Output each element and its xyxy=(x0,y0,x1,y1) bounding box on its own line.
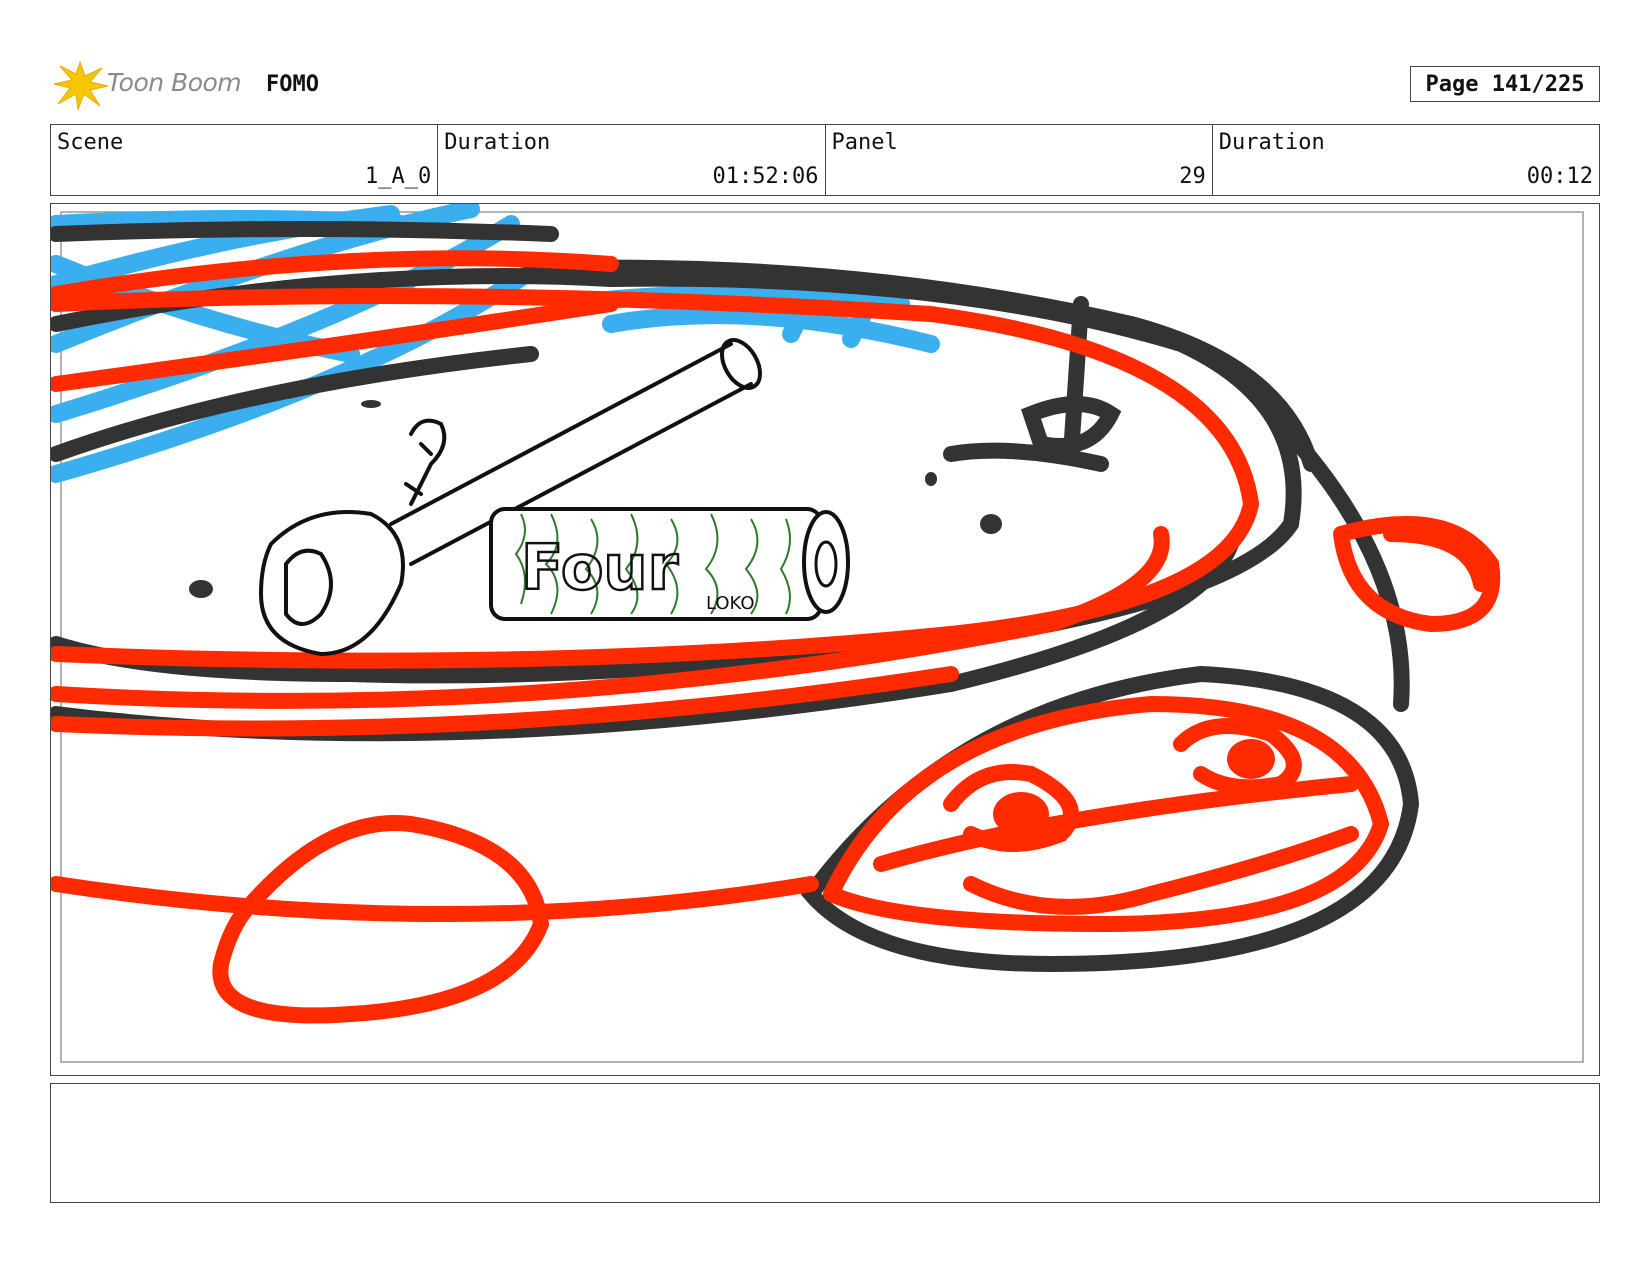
panel-duration-value: 00:12 xyxy=(1526,164,1593,189)
duration-value: 01:52:06 xyxy=(712,164,819,189)
duration-label: Duration xyxy=(444,130,551,155)
panel-info-row: Scene 1_A_0 Duration 01:52:06 Panel 29 D… xyxy=(50,124,1600,196)
storyboard-panel: Four LOKO xyxy=(50,203,1600,1076)
can-brand-text: Four xyxy=(521,531,679,604)
toon-boom-logo: Toon Boom xyxy=(52,54,252,114)
panel-duration-cell: Duration 00:12 xyxy=(1213,125,1599,195)
project-title: FOMO xyxy=(266,72,319,97)
panel-cell: Panel 29 xyxy=(826,125,1213,195)
panel-label: Panel xyxy=(831,130,898,155)
panel-sketch: Four LOKO xyxy=(51,204,1584,1063)
brand-name: Toon Boom xyxy=(107,68,242,97)
page-indicator: Page 141/225 xyxy=(1410,66,1600,102)
starburst-icon xyxy=(53,60,109,111)
four-loko-can: Four LOKO xyxy=(489,507,850,621)
scene-value: 1_A_0 xyxy=(365,164,432,189)
red-sketch-strokes xyxy=(51,250,1501,1024)
scene-cell: Scene 1_A_0 xyxy=(51,125,439,195)
blue-sketch-strokes xyxy=(51,204,940,483)
duration-cell: Duration 01:52:06 xyxy=(438,125,826,195)
panel-notes-box xyxy=(50,1083,1600,1203)
panel-duration-label: Duration xyxy=(1218,130,1325,155)
panel-value: 29 xyxy=(1179,164,1206,189)
scene-label: Scene xyxy=(57,130,124,155)
can-sub-text: LOKO xyxy=(706,593,755,614)
